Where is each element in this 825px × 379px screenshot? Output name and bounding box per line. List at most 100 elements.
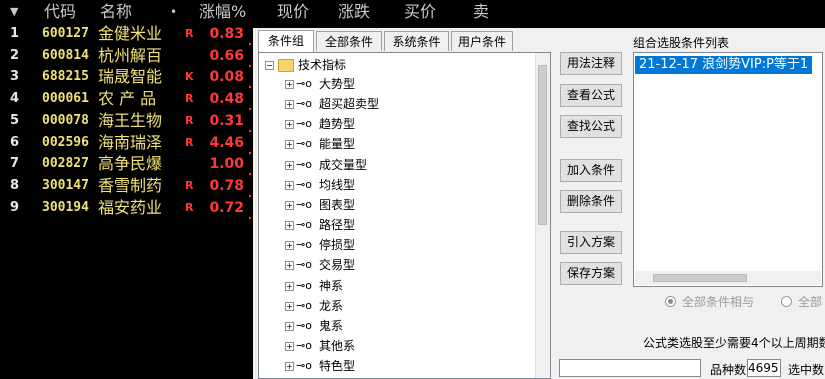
delete-condition-button[interactable]: 删除条件 <box>560 190 622 213</box>
stock-index: 9 <box>10 199 20 215</box>
tab-0[interactable]: 条件组 <box>258 30 314 52</box>
stock-change-pct: 0.78 <box>209 177 244 194</box>
stock-code: 300147 <box>42 177 89 193</box>
tree-node[interactable]: + ⊸o 龙系 <box>285 296 505 316</box>
radio-all-and-label: 全部条件相与 <box>682 295 755 309</box>
expand-icon[interactable]: + <box>285 221 294 231</box>
radio-all-or[interactable]: 全部 <box>781 294 822 310</box>
tree-node-label: 趋势型 <box>319 117 356 132</box>
expand-icon[interactable]: + <box>285 100 294 110</box>
tree-node[interactable]: + ⊸o 交易型 <box>285 255 505 275</box>
stock-index: 2 <box>10 47 20 63</box>
tree-node[interactable]: + ⊸o 趋势型 <box>285 114 505 134</box>
expand-icon[interactable]: + <box>285 281 294 291</box>
combo-list-item[interactable]: 21-12-17 浪剑势VIP:P等于1 <box>635 56 813 74</box>
key-icon: ⊸o <box>296 318 312 332</box>
stock-mark: R <box>185 92 194 106</box>
header-name[interactable]: 名称 <box>100 2 132 22</box>
tree-node[interactable]: + ⊸o 神系 <box>285 276 505 296</box>
tree-node[interactable]: + ⊸o 特色型 <box>285 356 505 376</box>
stock-name: 福安药业 <box>98 197 163 217</box>
stock-change-pct: 0.72 <box>209 199 244 216</box>
stock-name: 香雪制药 <box>98 175 163 195</box>
tree-node-label: 成交量型 <box>319 157 368 172</box>
tree-vertical-scrollbar[interactable] <box>535 53 550 378</box>
scrollbar-thumb[interactable] <box>538 65 547 225</box>
expand-icon[interactable]: + <box>285 140 294 150</box>
tree-node[interactable]: + ⊸o 其他系 <box>285 336 505 356</box>
expand-icon[interactable]: + <box>285 362 294 372</box>
tree-root-node[interactable]: − 技术指标 <box>265 55 465 75</box>
stock-change-pct: 0.48 <box>209 91 244 108</box>
tree-node-label: 停损型 <box>319 238 356 253</box>
stock-code: 000078 <box>42 112 89 128</box>
usage-button[interactable]: 用法注释 <box>560 52 622 75</box>
expand-icon[interactable]: + <box>285 80 294 89</box>
header-change-pct[interactable]: 涨幅% <box>199 2 246 22</box>
header-ask[interactable]: 卖 <box>473 2 489 22</box>
header-code[interactable]: 代码 <box>44 2 76 22</box>
tree-node[interactable]: + ⊸o 成交量型 <box>285 155 505 175</box>
expand-icon[interactable]: + <box>285 241 294 251</box>
stock-row[interactable]: 7 002827 高争民爆 1.00 <box>0 153 251 176</box>
stock-change-pct: 1.00 <box>209 156 244 173</box>
tab-2[interactable]: 系统条件 <box>384 31 449 51</box>
stock-row[interactable]: 2 600814 杭州解百 0.66 <box>0 45 251 67</box>
header-bid[interactable]: 买价 <box>404 2 436 22</box>
expand-icon[interactable]: + <box>285 261 294 271</box>
key-icon: ⊸o <box>296 157 312 171</box>
tree-node[interactable]: + ⊸o 路径型 <box>285 215 505 235</box>
header-price[interactable]: 现价 <box>277 2 309 22</box>
tree-node[interactable]: + ⊸o 均线型 <box>285 175 505 195</box>
header-change[interactable]: 涨跌 <box>338 2 370 22</box>
stock-row[interactable]: 6 002596 海南瑞泽 R 4.46 <box>0 132 251 154</box>
collapse-icon[interactable]: − <box>265 61 274 70</box>
combo-horizontal-scrollbar[interactable] <box>635 271 821 285</box>
count-label: 品种数 <box>710 363 747 377</box>
expand-icon[interactable]: + <box>285 120 294 130</box>
tree-node-label: 能量型 <box>319 137 356 152</box>
tree-node-label: 大势型 <box>319 77 356 91</box>
scrollbar-thumb[interactable] <box>653 274 747 282</box>
expand-icon[interactable]: + <box>285 160 294 170</box>
stock-row[interactable]: 8 300147 香雪制药 R 0.78 <box>0 175 251 197</box>
view-formula-button[interactable]: 查看公式 <box>560 84 622 107</box>
tree-node[interactable]: + ⊸o 大势型 <box>285 74 505 94</box>
tree-node[interactable]: + ⊸o 图表型 <box>285 195 505 215</box>
expand-icon[interactable]: + <box>285 301 294 311</box>
header-dot: • <box>170 5 178 19</box>
tab-1[interactable]: 全部条件 <box>316 31 382 51</box>
stock-row[interactable]: 3 688215 瑞晟智能 K 0.08 <box>0 66 251 89</box>
key-icon: ⊸o <box>296 117 312 131</box>
expand-icon[interactable]: + <box>285 200 294 210</box>
combo-list-title: 组合选股条件列表 <box>633 36 730 50</box>
tree-node[interactable]: + ⊸o 超买超卖型 <box>285 94 505 114</box>
key-icon: ⊸o <box>296 298 312 312</box>
import-plan-button[interactable]: 引入方案 <box>560 231 622 254</box>
tree-node[interactable]: + ⊸o 鬼系 <box>285 316 505 336</box>
condition-tree[interactable]: − 技术指标 + ⊸o 大势型 + ⊸o 超买超卖型 + ⊸o 趋势型 + ⊸o 能量型 + ⊸o 成交量型 + ⊸… <box>258 52 551 379</box>
tree-node[interactable]: + ⊸o 停损型 <box>285 235 505 255</box>
key-icon: ⊸o <box>296 218 312 232</box>
find-formula-button[interactable]: 查找公式 <box>560 115 622 138</box>
expand-icon[interactable]: + <box>285 180 294 190</box>
tree-node-label: 路径型 <box>319 218 356 233</box>
combo-condition-list[interactable]: 21-12-17 浪剑势VIP:P等于1 <box>633 52 823 287</box>
tab-3[interactable]: 用户条件 <box>451 31 513 51</box>
stock-row[interactable]: 9 300194 福安药业 R 0.72 <box>0 197 251 219</box>
stock-change-pct: 0.83 <box>209 26 244 42</box>
stock-row[interactable]: 5 000078 海王生物 R 0.31 <box>0 110 251 132</box>
stock-mark: R <box>185 27 194 40</box>
tree-node-label: 鬼系 <box>319 318 344 333</box>
radio-all-and[interactable]: 全部条件相与 <box>665 294 754 310</box>
key-icon: ⊸o <box>296 77 312 90</box>
expand-icon[interactable]: + <box>285 321 294 331</box>
add-condition-button[interactable]: 加入条件 <box>560 159 622 182</box>
save-plan-button[interactable]: 保存方案 <box>560 262 622 285</box>
tree-node[interactable]: + ⊸o 能量型 <box>285 134 505 154</box>
stock-name: 高争民爆 <box>98 154 163 174</box>
stock-row[interactable]: 1 600127 金健米业 R 0.83 <box>0 23 251 45</box>
sort-arrow-icon[interactable]: ▼ <box>10 2 18 22</box>
expand-icon[interactable]: + <box>285 341 294 351</box>
stock-row[interactable]: 4 000061 农 产 品 R 0.48 <box>0 88 251 111</box>
